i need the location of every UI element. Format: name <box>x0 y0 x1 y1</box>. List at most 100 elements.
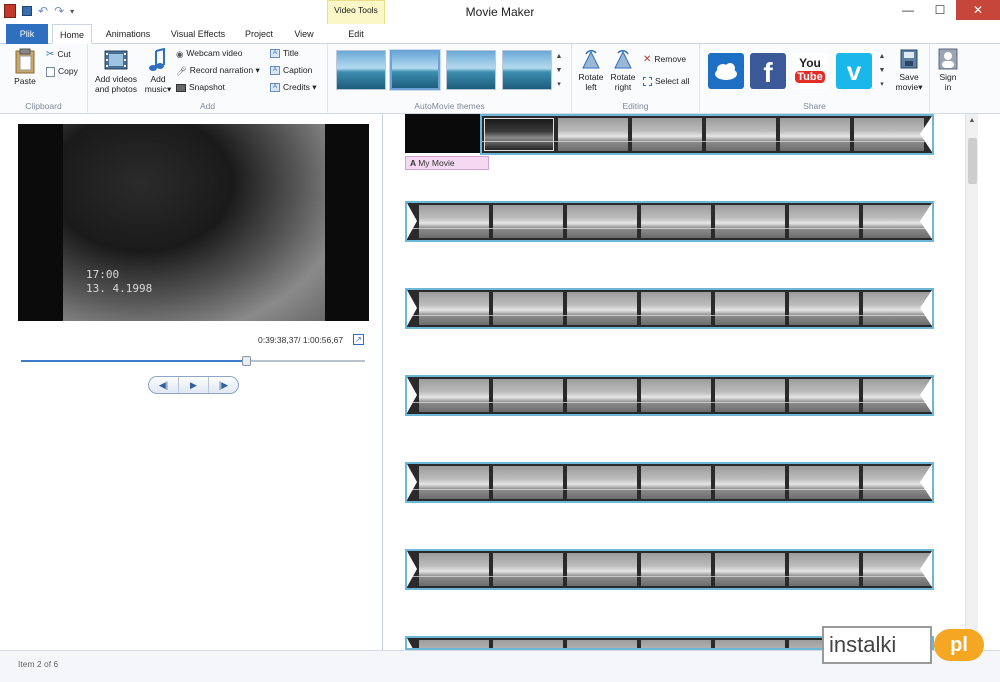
clip-start-marker <box>407 638 417 648</box>
minimize-button[interactable]: — <box>892 0 924 20</box>
ribbon-tabs: Plik Home Animations Visual Effects Proj… <box>0 24 1000 44</box>
tab-home[interactable]: Home <box>52 24 92 44</box>
save-movie-button[interactable]: Save movie▾ <box>892 48 926 92</box>
previous-frame-icon[interactable]: ◀| <box>149 377 179 393</box>
remove-button[interactable]: ✕ Remove <box>643 54 686 65</box>
title-label: Title <box>283 48 299 58</box>
theme-thumbnail-selected[interactable] <box>390 50 440 90</box>
clip-start-marker <box>407 464 417 500</box>
rotate-right-label-2: right <box>614 82 632 92</box>
webcam-video-button[interactable]: ◉ Webcam video <box>176 48 243 59</box>
fullscreen-icon[interactable]: ↗ <box>353 334 364 345</box>
clip-row[interactable] <box>405 549 934 590</box>
seek-handle[interactable] <box>242 356 252 366</box>
theme-thumbnail[interactable] <box>336 50 386 90</box>
rotate-left-button[interactable]: Rotate left <box>576 48 606 92</box>
clip-end-marker <box>920 551 932 587</box>
paste-button[interactable]: Paste <box>8 48 42 86</box>
tab-project[interactable]: Project <box>236 24 282 44</box>
add-music-button[interactable]: Add music▾ <box>142 48 174 94</box>
scroll-up-icon[interactable]: ▲ <box>966 114 978 127</box>
title-tag-icon: A <box>410 158 419 168</box>
copy-label: Copy <box>58 66 78 76</box>
rotate-right-button[interactable]: Rotate right <box>608 48 638 92</box>
chevron-down-icon[interactable]: ▼ <box>554 64 564 78</box>
rotate-left-label-1: Rotate <box>578 72 604 82</box>
sign-in-button[interactable]: Sign in <box>934 48 962 92</box>
title-caption-text: My Movie <box>418 158 455 168</box>
play-icon[interactable]: ▶ <box>179 377 209 393</box>
credits-icon: A <box>270 83 280 93</box>
facebook-button[interactable]: f <box>750 53 786 89</box>
sign-in-label-2: in <box>944 82 952 92</box>
vimeo-button[interactable]: v <box>836 53 872 89</box>
caption-icon: A <box>270 66 280 76</box>
maximize-button[interactable]: ☐ <box>924 0 956 20</box>
chevron-up-icon[interactable]: ▲ <box>554 50 564 64</box>
credits-label: Credits <box>283 82 310 92</box>
status-text: Item 2 of 6 <box>18 659 59 669</box>
select-all-icon <box>643 77 652 87</box>
preview-pane: 17:00 13. 4.1998 0:39:38,37/ 1:00:56,67 … <box>0 114 383 650</box>
title-caption-tag[interactable]: A My Movie <box>405 156 489 170</box>
clipboard-group: Paste ✂ Cut Copy Clipboard <box>0 44 88 114</box>
select-all-button[interactable]: Select all <box>643 76 690 87</box>
clip-start-marker <box>407 290 417 326</box>
credits-button[interactable]: A Credits ▾ <box>270 82 317 93</box>
tab-file[interactable]: Plik <box>6 24 48 44</box>
clip-row[interactable] <box>405 462 934 503</box>
audio-waveform <box>407 489 932 499</box>
theme-thumbnail[interactable] <box>446 50 496 90</box>
close-button[interactable]: ✕ <box>956 0 1000 20</box>
editing-group-label: Editing <box>622 101 649 111</box>
storyboard-scrollbar[interactable]: ▲ <box>965 114 978 650</box>
theme-thumbnail[interactable] <box>502 50 552 90</box>
next-frame-icon[interactable]: |▶ <box>209 377 238 393</box>
signin-group: Sign in <box>930 44 966 114</box>
title-button[interactable]: A Title <box>270 48 299 59</box>
audio-waveform <box>482 141 932 151</box>
share-gallery-scroll[interactable]: ▲ ▼ ▾ <box>877 50 887 92</box>
clip-row[interactable] <box>480 114 934 155</box>
clip-row[interactable] <box>405 288 934 329</box>
tab-animations[interactable]: Animations <box>96 24 160 44</box>
clip-row[interactable] <box>405 375 934 416</box>
tab-visual-effects[interactable]: Visual Effects <box>164 24 232 44</box>
video-preview[interactable]: 17:00 13. 4.1998 <box>18 124 369 321</box>
add-videos-label-2: and photos <box>94 84 138 94</box>
video-tools-label: Video Tools <box>334 5 378 15</box>
caption-button[interactable]: A Caption <box>270 65 312 76</box>
more-icon[interactable]: ▾ <box>554 78 564 92</box>
more-icon[interactable]: ▾ <box>877 78 887 92</box>
onedrive-button[interactable] <box>708 53 744 89</box>
copy-button[interactable]: Copy <box>46 66 78 77</box>
youtube-button[interactable]: You Tube <box>792 53 828 89</box>
storyboard: A My Movie <box>384 114 965 650</box>
clip-row[interactable] <box>405 201 934 242</box>
youtube-icon-bottom: Tube <box>795 71 825 83</box>
automovie-themes-group: ▲ ▼ ▾ AutoMovie themes <box>328 44 572 114</box>
watermark: instalki pl <box>822 626 987 666</box>
add-videos-label-1: Add videos <box>94 74 138 84</box>
facebook-icon: f <box>763 57 773 88</box>
cut-button[interactable]: ✂ Cut <box>46 49 71 60</box>
add-videos-button[interactable]: Add videos and photos <box>92 48 140 94</box>
record-narration-button[interactable]: 🎤︎ Record narration ▾ <box>176 65 260 76</box>
snapshot-button[interactable]: Snapshot <box>176 82 225 92</box>
title-clip[interactable] <box>405 114 480 153</box>
ribbon: Paste ✂ Cut Copy Clipboard Add videos and… <box>0 44 1000 114</box>
tab-edit[interactable]: Edit <box>330 24 382 44</box>
chevron-down-icon: ▾ <box>166 84 172 94</box>
webcam-icon: ◉ <box>176 48 184 59</box>
seek-bar[interactable] <box>21 360 365 362</box>
editing-group: Rotate left Rotate right ✕ Remove Select … <box>572 44 700 114</box>
clip-start-marker <box>407 203 417 239</box>
rotate-left-icon <box>582 50 600 69</box>
scrollbar-thumb[interactable] <box>968 138 977 184</box>
chevron-up-icon[interactable]: ▲ <box>877 50 887 64</box>
remove-icon: ✕ <box>643 53 652 65</box>
audio-waveform <box>407 315 932 325</box>
tab-view[interactable]: View <box>284 24 324 44</box>
gallery-scroll[interactable]: ▲ ▼ ▾ <box>554 50 564 92</box>
chevron-down-icon[interactable]: ▼ <box>877 64 887 78</box>
